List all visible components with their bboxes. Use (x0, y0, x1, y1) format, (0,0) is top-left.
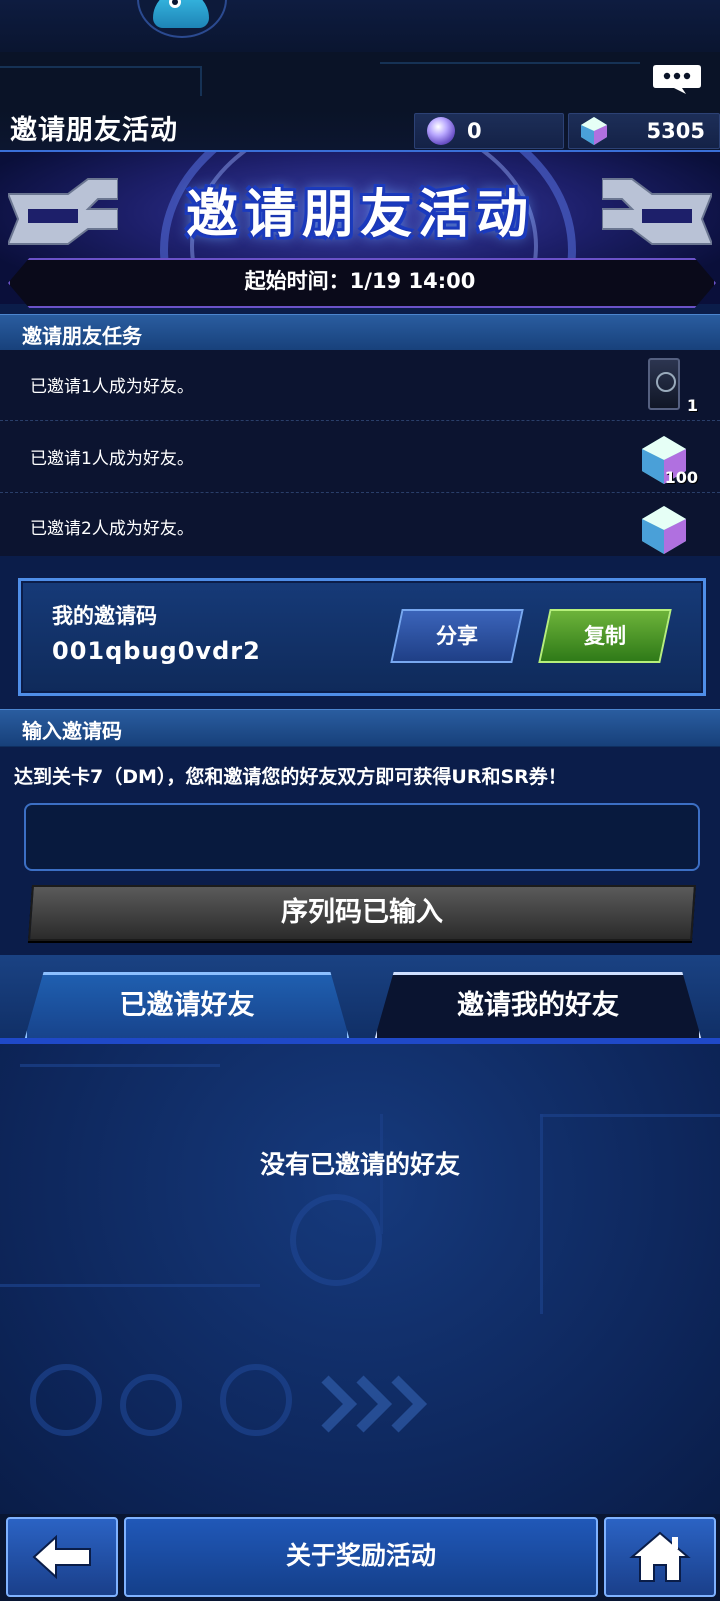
orb-icon (427, 117, 455, 145)
share-button[interactable]: 分享 (390, 609, 524, 663)
share-label: 分享 (436, 624, 478, 648)
quest-text: 已邀请1人成为好友。 (30, 449, 194, 469)
home-button[interactable] (604, 1517, 716, 1597)
quest-section-header: 邀请朋友任务 (0, 314, 720, 352)
quest-text: 已邀请1人成为好友。 (30, 377, 194, 397)
page-title: 邀请朋友活动 (10, 115, 178, 146)
enter-code-section-header: 输入邀请码 (0, 709, 720, 747)
quest-section-title: 邀请朋友任务 (22, 324, 142, 348)
reward-quantity: 100 (664, 468, 698, 487)
quest-item: 已邀请1人成为好友。 100 (0, 422, 720, 493)
chat-icon[interactable] (652, 63, 702, 95)
quest-item: 已邀请1人成为好友。 1 (0, 350, 720, 421)
gem-icon (581, 117, 607, 145)
enter-code-section-title: 输入邀请码 (22, 719, 122, 743)
copy-label: 复制 (584, 624, 626, 648)
empty-list-message: 没有已邀请的好友 (259, 1150, 460, 1179)
top-strip (0, 0, 720, 53)
gem-icon (642, 506, 686, 554)
invite-code-input[interactable] (24, 803, 700, 871)
serial-entered-label: 序列码已输入 (281, 897, 443, 928)
serial-entered-button[interactable]: 序列码已输入 (28, 885, 696, 941)
tab-inviter-label: 邀请我的好友 (457, 990, 619, 1021)
friend-list[interactable] (0, 1044, 720, 1514)
quest-text: 已邀请2人成为好友。 (30, 519, 194, 539)
about-label: 关于奖励活动 (285, 1541, 436, 1570)
home-icon (629, 1531, 691, 1582)
banner-title: 邀请朋友活动 (185, 185, 534, 245)
card-pack-icon (648, 358, 680, 410)
start-time: 起始时间：1/19 14:00 (244, 269, 476, 293)
quest-list[interactable]: 已邀请1人成为好友。 1 已邀请1人成为好友。 100 已邀请2人成为好友。 (0, 350, 720, 556)
reward-quantity: 1 (686, 396, 698, 415)
gem-count: 5305 (646, 119, 705, 143)
invite-code-label: 我的邀请码 (52, 604, 157, 628)
orb-currency: 0 (414, 113, 564, 149)
about-reward-event-button[interactable]: 关于奖励活动 (124, 1517, 598, 1597)
gem-currency: 5305 (568, 113, 720, 149)
orb-count: 0 (467, 119, 482, 143)
quest-item: 已邀请2人成为好友。 (0, 492, 720, 556)
invite-hint-text: 达到关卡7（DM），您和邀请您的好友双方即可获得UR和SR券！ (14, 766, 567, 788)
arrow-left-icon (32, 1534, 91, 1580)
tab-invited-friends[interactable]: 已邀请好友 (24, 972, 350, 1041)
invite-code-value: 001qbug0vdr2 (52, 637, 261, 665)
back-button[interactable] (6, 1517, 118, 1597)
tab-invited-label: 已邀请好友 (119, 990, 255, 1021)
chevrons-decoration (321, 1375, 428, 1433)
copy-button[interactable]: 复制 (538, 609, 672, 663)
tab-inviter-friends[interactable]: 邀请我的好友 (374, 972, 702, 1041)
